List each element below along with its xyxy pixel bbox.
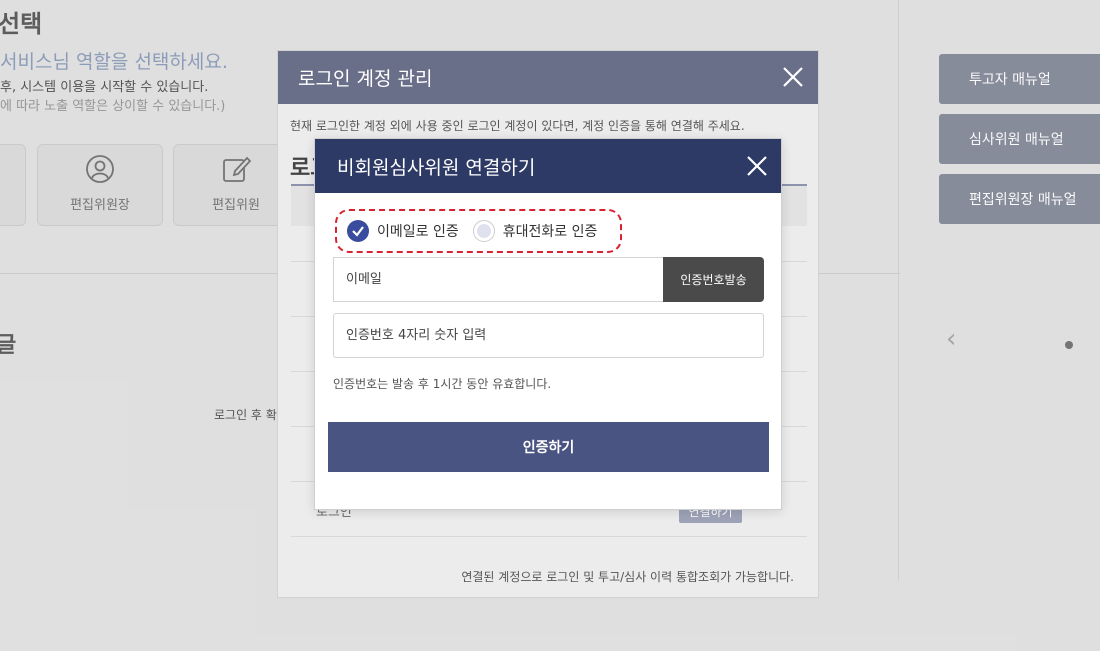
- radio-unchecked-icon: [472, 220, 495, 242]
- email-input[interactable]: [333, 257, 664, 302]
- radio-label: 이메일로 인증: [377, 224, 459, 240]
- modal-title: 비회원심사위원 연결하기: [337, 156, 536, 179]
- close-icon[interactable]: [782, 66, 804, 88]
- nonmember-reviewer-connect-modal: 비회원심사위원 연결하기 이메일로 인증 휴대전화로 인증 인증번호발송 인증번…: [314, 138, 782, 510]
- verify-button[interactable]: 인증하기: [328, 422, 769, 472]
- validity-note: 인증번호는 발송 후 1시간 동안 유효합니다.: [333, 377, 552, 391]
- phone-auth-radio[interactable]: 휴대전화로 인증: [472, 220, 598, 242]
- modal-title: 로그인 계정 관리: [298, 68, 433, 90]
- check-icon: [347, 220, 369, 242]
- modal-footer-note: 연결된 계정으로 로그인 및 투고/심사 이력 통합조회가 가능합니다.: [461, 570, 794, 584]
- close-icon[interactable]: [746, 155, 768, 177]
- radio-label: 휴대전화로 인증: [502, 224, 598, 240]
- email-auth-radio[interactable]: 이메일로 인증: [347, 220, 459, 242]
- send-code-button[interactable]: 인증번호발송: [663, 257, 764, 302]
- divider: [291, 536, 807, 537]
- modal-header: 비회원심사위원 연결하기: [315, 139, 781, 193]
- modal-header: 로그인 계정 관리: [278, 51, 818, 104]
- auth-method-group: 이메일로 인증 휴대전화로 인증: [335, 209, 622, 253]
- modal-info-text: 현재 로그인한 계정 외에 사용 중인 로그인 계정이 있다면, 계정 인증을 …: [290, 119, 745, 133]
- verification-code-input[interactable]: [333, 313, 764, 358]
